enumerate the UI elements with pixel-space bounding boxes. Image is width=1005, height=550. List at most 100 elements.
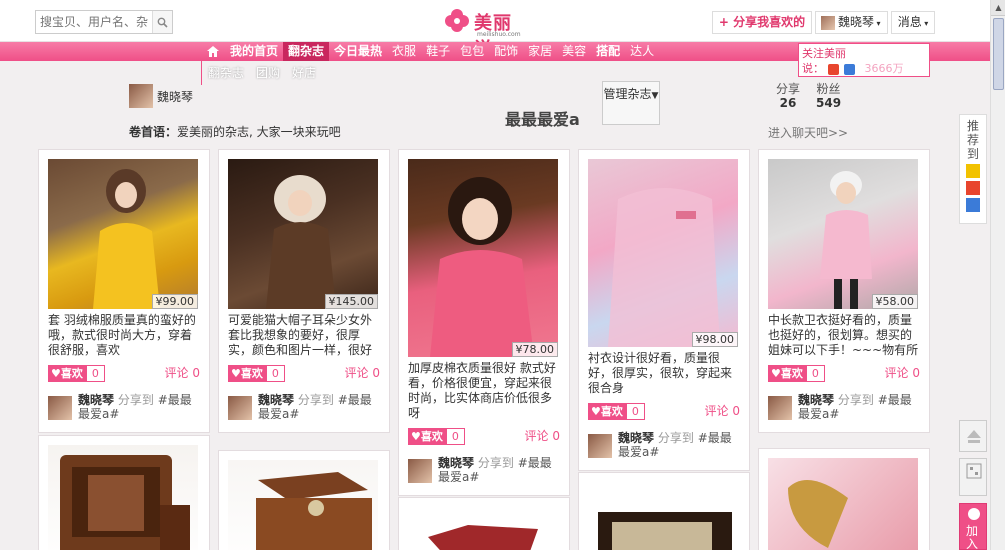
gramophone-horn-image <box>788 480 848 548</box>
product-image[interactable]: ¥98.00 <box>588 159 738 347</box>
nav-accessories[interactable]: 配饰 <box>489 42 523 61</box>
like-button[interactable]: ♥喜欢 0 <box>228 365 285 382</box>
product-card[interactable] <box>578 472 750 550</box>
scroll-thumb[interactable] <box>993 18 1004 90</box>
sharer-name[interactable]: 魏晓琴 <box>438 456 474 470</box>
product-image[interactable]: ¥99.00 <box>48 159 198 309</box>
share-favorite-button[interactable]: + 分享我喜欢的 <box>712 11 812 34</box>
like-count: 0 <box>805 365 825 382</box>
product-image[interactable]: ¥145.00 <box>228 159 378 309</box>
product-card[interactable] <box>218 450 390 550</box>
subnav-good-shops[interactable]: 好店 <box>286 61 322 85</box>
page-scrollbar[interactable]: ▲ <box>990 0 1005 550</box>
fans-stat[interactable]: 粉丝 549 <box>816 82 841 110</box>
product-card[interactable] <box>398 497 570 550</box>
sharer-name[interactable]: 魏晓琴 <box>258 393 294 407</box>
product-image[interactable]: ¥78.00 <box>408 159 558 357</box>
product-image[interactable]: ¥58.00 <box>768 159 918 309</box>
flower-icon <box>968 508 980 520</box>
home-nav-button[interactable] <box>201 42 225 61</box>
messages-button[interactable]: 消息 ▾ <box>891 11 935 34</box>
product-image[interactable] <box>228 460 378 550</box>
share-stat[interactable]: 分享 26 <box>776 82 800 110</box>
nav-magazine[interactable]: 翻杂志 <box>283 42 330 61</box>
search-button[interactable] <box>152 11 172 33</box>
qq-icon[interactable] <box>966 198 980 212</box>
nav-beauty[interactable]: 美容 <box>557 42 591 61</box>
search-input[interactable] <box>36 11 152 33</box>
like-label: ♥喜欢 <box>768 365 806 382</box>
share-to-text: 分享到 <box>837 393 874 407</box>
enter-chat-link[interactable]: 进入聊天吧>> <box>768 124 848 141</box>
weibo-icon[interactable] <box>966 181 980 195</box>
comment-link[interactable]: 评论 0 <box>525 428 560 445</box>
wooden-box-image <box>428 525 538 550</box>
comment-link[interactable]: 评论 0 <box>705 403 740 420</box>
follow-line2: 说： <box>802 62 824 75</box>
weibo-icon[interactable] <box>827 63 839 75</box>
product-image[interactable] <box>768 458 918 550</box>
product-image[interactable] <box>588 482 738 550</box>
sharer-avatar[interactable] <box>768 396 792 420</box>
qq-icon[interactable] <box>844 63 855 75</box>
flower-logo-icon <box>445 9 469 32</box>
like-button[interactable]: ♥喜欢 0 <box>48 365 105 382</box>
nav-my-home[interactable]: 我的首页 <box>225 42 283 61</box>
like-button[interactable]: ♥喜欢 0 <box>768 365 825 382</box>
motto-label: 卷首语： <box>129 125 178 139</box>
comment-link[interactable]: 评论 0 <box>885 365 920 382</box>
user-menu-button[interactable]: 魏晓琴 ▾ <box>815 11 888 34</box>
sharer-avatar[interactable] <box>588 434 612 458</box>
product-price: ¥99.00 <box>151 294 198 309</box>
product-card[interactable]: ¥98.00 衬衣设计很好看，质量很好，很厚实，很软，穿起来很合身 ♥喜欢 0 … <box>578 149 750 471</box>
chevron-down-icon: ▾ <box>921 19 929 28</box>
share-info: 魏晓琴 分享到 #最最最爱a# <box>768 393 920 423</box>
sharer-avatar[interactable] <box>48 396 72 420</box>
sharer-name[interactable]: 魏晓琴 <box>798 393 834 407</box>
product-card[interactable]: ¥145.00 可爱能猫大帽子耳朵少女外套比我想象的要好，很厚实，颜色和图片一样… <box>218 149 390 433</box>
product-card[interactable] <box>38 435 210 550</box>
like-button[interactable]: ♥喜欢 0 <box>408 428 465 445</box>
scroll-up-arrow[interactable]: ▲ <box>991 0 1005 16</box>
share-info: 魏晓琴 分享到 #最最最爱a# <box>228 393 380 423</box>
product-card[interactable]: ¥58.00 中长款卫衣挺好看的，质量也挺好的，很划算。想买的姐妹可以下手！~~… <box>758 149 930 433</box>
subnav-magazine[interactable]: 翻杂志 <box>202 61 250 85</box>
sharer-avatar[interactable] <box>228 396 252 420</box>
product-image[interactable] <box>48 445 198 550</box>
comment-link[interactable]: 评论 0 <box>165 365 200 382</box>
product-card[interactable]: ¥99.00 套 羽绒棉服质量真的蛮好的哦，款式很时尚大方，穿着很舒服，喜欢 ♥… <box>38 149 210 433</box>
nav-hot-today[interactable]: 今日最热 <box>329 42 387 61</box>
motto-text: 爱美丽的杂志, 大家一块来玩吧 <box>177 125 341 139</box>
search-icon <box>157 17 168 28</box>
fans-stat-label: 粉丝 <box>816 82 841 96</box>
sharer-name[interactable]: 魏晓琴 <box>618 431 654 445</box>
heart-icon: ♥ <box>591 405 601 418</box>
model-figure <box>266 175 336 309</box>
nav-bags[interactable]: 包包 <box>455 42 489 61</box>
qr-code-button[interactable] <box>959 458 987 496</box>
nav-home-living[interactable]: 家居 <box>523 42 557 61</box>
sharer-avatar[interactable] <box>408 459 432 483</box>
qzone-icon[interactable] <box>966 164 980 178</box>
share-info: 魏晓琴 分享到 #最最最爱a# <box>48 393 200 423</box>
subnav-group-buy[interactable]: 团购 <box>250 61 286 85</box>
heart-icon: ♥ <box>231 367 241 380</box>
nav-shoes[interactable]: 鞋子 <box>421 42 455 61</box>
join-button[interactable]: 加入 <box>959 503 987 550</box>
product-image[interactable] <box>408 507 558 550</box>
share-stat-count: 26 <box>779 96 797 110</box>
magazine-owner[interactable]: 魏晓琴 <box>129 84 193 108</box>
like-button[interactable]: ♥喜欢 0 <box>588 403 645 420</box>
recommend-panel: 推荐到 <box>959 114 987 224</box>
nav-clothes[interactable]: 衣服 <box>387 42 421 61</box>
product-card[interactable]: ¥78.00 加厚皮棉衣质量很好 款式好看，价格很便宜，穿起来很时尚，比实体商店… <box>398 149 570 496</box>
product-card[interactable] <box>758 448 930 550</box>
sharer-name[interactable]: 魏晓琴 <box>78 393 114 407</box>
nav-outfits[interactable]: 搭配 <box>591 42 625 61</box>
site-logo[interactable]: 美丽说 meilishuo.com <box>444 8 528 60</box>
manage-magazine-button[interactable]: 管理杂志▼ <box>602 81 660 125</box>
back-to-top-button[interactable] <box>959 420 987 452</box>
product-description: 可爱能猫大帽子耳朵少女外套比我想象的要好，很厚实，颜色和图片一样，很好看。料子很… <box>228 313 373 357</box>
comment-link[interactable]: 评论 0 <box>345 365 380 382</box>
nav-experts[interactable]: 达人 <box>625 42 659 61</box>
